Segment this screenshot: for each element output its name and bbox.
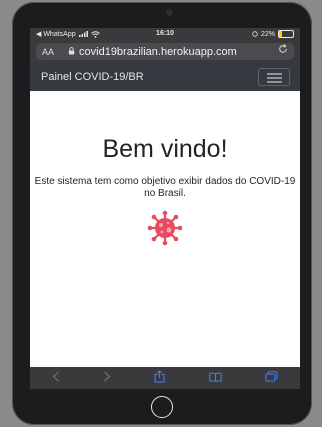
site-navbar: Painel COVID-19/BR — [30, 63, 300, 91]
battery-percent: 22% — [260, 30, 275, 38]
virus-icon — [30, 210, 300, 251]
address-field[interactable]: AA covid19brazilian.herokuapp.com — [36, 43, 294, 60]
bookmarks-icon[interactable] — [209, 372, 222, 385]
front-camera — [166, 9, 173, 16]
location-icon — [252, 31, 258, 37]
navbar-brand[interactable]: Painel COVID-19/BR — [41, 71, 144, 83]
device-screen: ◀ WhatsApp 16:10 22% AA covid19brazilian… — [30, 28, 300, 389]
home-button[interactable] — [151, 396, 173, 418]
navbar-toggle-button[interactable] — [258, 68, 290, 86]
hamburger-icon-line-3 — [267, 81, 282, 83]
hamburger-icon-line-1 — [267, 73, 282, 75]
tabs-icon[interactable] — [265, 371, 278, 385]
lock-icon — [68, 46, 75, 57]
battery-icon — [278, 30, 294, 38]
page-title: Bem vindo! — [102, 135, 228, 163]
share-icon[interactable] — [154, 370, 165, 386]
browser-url-bar: AA covid19brazilian.herokuapp.com — [30, 41, 300, 63]
hamburger-icon-line-2 — [267, 77, 282, 79]
reload-icon[interactable] — [278, 44, 288, 57]
main-content: Bem vindo! Este sistema tem como objetiv… — [30, 91, 300, 251]
status-right: 22% — [252, 30, 294, 38]
browser-toolbar — [30, 367, 300, 389]
reader-options-button[interactable]: AA — [42, 47, 54, 57]
forward-icon[interactable] — [103, 371, 111, 385]
battery-fill — [279, 31, 283, 37]
back-icon[interactable] — [52, 371, 60, 385]
url-text: covid19brazilian.herokuapp.com — [79, 45, 237, 58]
page-description: Este sistema tem como objetivo exibir da… — [34, 176, 296, 199]
status-bar: ◀ WhatsApp 16:10 22% — [30, 28, 300, 41]
